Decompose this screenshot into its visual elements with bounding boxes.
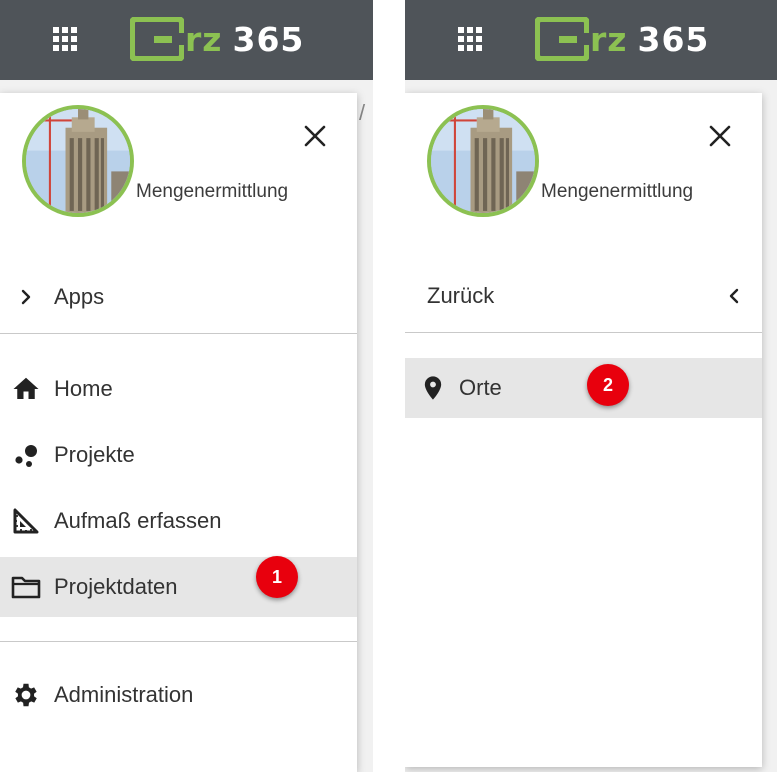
- app-launcher-icon[interactable]: [53, 27, 79, 53]
- navigation-drawer: Mengenermittlung Apps Home Projekte Aufm…: [0, 93, 357, 772]
- home-icon: [10, 373, 42, 405]
- apps-row[interactable]: Apps: [0, 275, 357, 319]
- building-image: [431, 109, 535, 213]
- chevron-left-icon: [718, 280, 750, 312]
- right-screenshot-panel: rz 365 Mengenermittlung Zurück Orte 2: [405, 0, 777, 772]
- top-bar: rz 365: [0, 0, 373, 80]
- app-avatar: [427, 105, 539, 217]
- apps-label: Apps: [54, 284, 105, 309]
- menu-item-label: Projekte: [54, 442, 135, 467]
- app-avatar: [22, 105, 134, 217]
- brz365-logo[interactable]: rz 365: [130, 14, 304, 64]
- brz365-logo[interactable]: rz 365: [535, 14, 709, 64]
- step-badge: 1: [256, 556, 298, 598]
- back-label: Zurück: [427, 283, 495, 308]
- measure-icon: [10, 505, 42, 537]
- app-name: Mengenermittlung: [136, 181, 289, 202]
- divider: [0, 641, 357, 642]
- folder-icon: [10, 571, 42, 603]
- chevron-right-icon: [10, 281, 42, 313]
- close-icon[interactable]: [705, 121, 735, 151]
- divider: [0, 333, 357, 334]
- gear-icon: [10, 679, 42, 711]
- menu-item-label: Aufmaß erfassen: [54, 508, 222, 533]
- menu-item-orte[interactable]: Orte: [405, 358, 762, 418]
- logo-mark-icon: [535, 17, 589, 61]
- menu-item-projektdaten[interactable]: Projektdaten: [0, 557, 357, 617]
- menu-item-aufmass-erfassen[interactable]: Aufmaß erfassen: [0, 491, 357, 551]
- menu-item-label: Orte: [459, 375, 502, 400]
- left-screenshot-panel: rz 365 / Mengenermittlung Apps Home Proj…: [0, 0, 373, 772]
- app-launcher-icon[interactable]: [458, 27, 484, 53]
- menu-item-label: Home: [54, 376, 113, 401]
- back-row[interactable]: Zurück: [405, 274, 762, 318]
- menu-item-label: Administration: [54, 682, 194, 707]
- app-name: Mengenermittlung: [541, 181, 694, 202]
- logo-mark-icon: [130, 17, 184, 61]
- navigation-drawer: Mengenermittlung Zurück Orte: [405, 93, 762, 767]
- menu-item-home[interactable]: Home: [0, 359, 357, 419]
- background-breadcrumb-slash: /: [359, 100, 366, 125]
- step-badge: 2: [587, 364, 629, 406]
- divider: [405, 332, 762, 333]
- location-pin-icon: [417, 372, 449, 404]
- close-icon[interactable]: [300, 121, 330, 151]
- menu-item-projekte[interactable]: Projekte: [0, 425, 357, 485]
- top-bar: rz 365: [405, 0, 777, 80]
- menu-item-administration[interactable]: Administration: [0, 665, 357, 725]
- menu-item-label: Projektdaten: [54, 574, 178, 599]
- building-image: [26, 109, 130, 213]
- projects-icon: [10, 439, 42, 471]
